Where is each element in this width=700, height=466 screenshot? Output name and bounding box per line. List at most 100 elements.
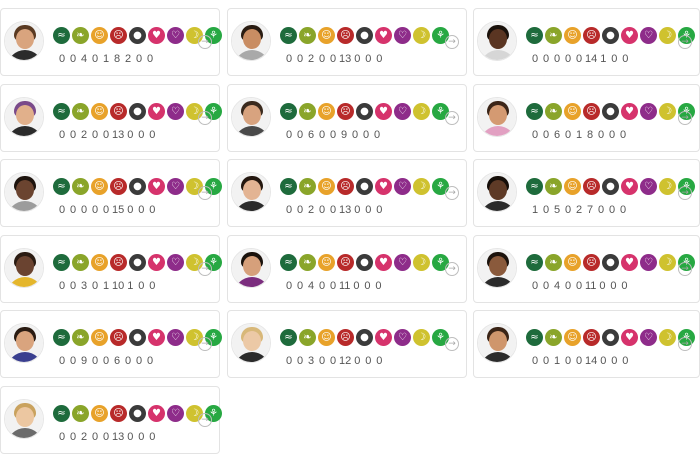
arrow-right-icon[interactable]: → bbox=[445, 186, 459, 200]
banana-icon: ☽ bbox=[413, 178, 430, 195]
participant-card[interactable]: ≈ ❧ ☺ ☹ ● ♥ ♡ ☽ ⚘ 0 0 6 0 1 8 0 0 0 → bbox=[473, 84, 700, 152]
reaction-count: 0 bbox=[285, 355, 293, 367]
reaction-count: 0 bbox=[329, 53, 337, 65]
frown-icon: ☹ bbox=[337, 103, 354, 120]
arrow-right-icon[interactable]: → bbox=[445, 35, 459, 49]
reaction-count: 0 bbox=[318, 129, 326, 141]
frown-icon: ☹ bbox=[583, 254, 600, 271]
reaction-count: 0 bbox=[542, 204, 550, 216]
reaction-count: 0 bbox=[354, 355, 361, 367]
reaction-counts-row: 0 0 1 0 0 14 0 0 0 bbox=[530, 351, 631, 369]
reaction-count: 0 bbox=[146, 53, 154, 65]
frown-icon: ☹ bbox=[337, 178, 354, 195]
participant-card[interactable]: ≈ ❧ ☺ ☹ ● ♥ ♡ ☽ ⚘ 0 0 3 0 1 10 1 0 0 → bbox=[0, 235, 222, 303]
avatar bbox=[477, 248, 517, 288]
bomb-icon: ● bbox=[602, 27, 619, 44]
reaction-counts-row: 006018000 bbox=[530, 125, 629, 143]
reaction-count: 0 bbox=[354, 53, 361, 65]
reaction-count: 0 bbox=[373, 129, 381, 141]
heart-icon: ♥ bbox=[375, 254, 392, 271]
arrow-right-icon[interactable]: → bbox=[198, 337, 212, 351]
reaction-count: 0 bbox=[531, 355, 539, 367]
participant-card[interactable]: ≈ ❧ ☺ ☹ ● ♥ ♡ ☽ ⚘ 0 0 2 0 0 13 0 0 0 → bbox=[0, 386, 222, 454]
reaction-count: 0 bbox=[354, 204, 361, 216]
participant-card[interactable]: ≈ ❧ ☺ ☹ ● ♥ ♡ ☽ ⚘ 0 0 6 0 0 9 0 0 0 → bbox=[227, 84, 467, 152]
participant-card[interactable]: ≈ ❧ ☺ ☹ ● ♥ ♡ ☽ ⚘ 0 0 9 0 0 6 0 0 0 → bbox=[0, 310, 222, 378]
arrow-right-icon[interactable]: → bbox=[678, 35, 692, 49]
broken-heart-icon: ♡ bbox=[167, 405, 184, 422]
leaf-icon: ❧ bbox=[72, 329, 89, 346]
arrow-right-icon[interactable]: → bbox=[445, 337, 459, 351]
bomb-icon: ● bbox=[602, 329, 619, 346]
reaction-icons-row: ≈ ❧ ☺ ☹ ● ♥ ♡ ☽ ⚘ bbox=[526, 27, 697, 45]
reaction-count: 0 bbox=[138, 431, 145, 443]
leaf-icon: ❧ bbox=[545, 27, 562, 44]
reaction-icons-row: ≈ ❧ ☺ ☹ ● ♥ ♡ ☽ ⚘ bbox=[280, 103, 451, 121]
arrow-right-icon[interactable]: → bbox=[678, 111, 692, 125]
bomb-icon: ● bbox=[129, 27, 146, 44]
broken-heart-icon: ♡ bbox=[394, 254, 411, 271]
avatar bbox=[4, 172, 44, 212]
reaction-count: 0 bbox=[58, 53, 66, 65]
avatar bbox=[231, 248, 271, 288]
participant-card[interactable]: ≈ ❧ ☺ ☹ ● ♥ ♡ ☽ ⚘ 0 0 4 0 1 8 2 0 0 → bbox=[0, 8, 222, 76]
arrow-right-icon[interactable]: → bbox=[678, 337, 692, 351]
reaction-count: 2 bbox=[124, 53, 132, 65]
bomb-icon: ● bbox=[356, 103, 373, 120]
arrow-right-icon[interactable]: → bbox=[198, 111, 212, 125]
broken-heart-icon: ♡ bbox=[167, 178, 184, 195]
arrow-right-icon[interactable]: → bbox=[198, 413, 212, 427]
bomb-icon: ● bbox=[356, 254, 373, 271]
smile-icon: ☺ bbox=[564, 329, 581, 346]
reaction-counts-row: 0 0 2 0 0 13 0 0 0 bbox=[284, 49, 385, 67]
reaction-count: 0 bbox=[353, 280, 360, 292]
reaction-counts-row: 0 0 4 0 0 11 0 0 0 bbox=[284, 276, 384, 294]
participant-card[interactable]: ≈ ❧ ☺ ☹ ● ♥ ♡ ☽ ⚘ 0 0 0 0 0 14 1 0 0 → bbox=[473, 8, 700, 76]
participant-card[interactable]: ≈ ❧ ☺ ☹ ● ♥ ♡ ☽ ⚘ 1 0 5 0 2 7 0 0 0 → bbox=[473, 159, 700, 227]
bomb-icon: ● bbox=[129, 103, 146, 120]
participant-card[interactable]: ≈ ❧ ☺ ☹ ● ♥ ♡ ☽ ⚘ 0 0 4 0 0 11 0 0 0 → bbox=[227, 235, 467, 303]
arrow-right-icon[interactable]: → bbox=[445, 111, 459, 125]
participant-card[interactable]: ≈ ❧ ☺ ☹ ● ♥ ♡ ☽ ⚘ 0 0 2 0 0 13 0 0 0 → bbox=[0, 84, 222, 152]
reaction-count: 0 bbox=[285, 53, 293, 65]
reaction-count: 0 bbox=[564, 355, 572, 367]
reaction-count: 0 bbox=[91, 53, 99, 65]
leaf-icon: ❧ bbox=[72, 178, 89, 195]
avatar bbox=[231, 172, 271, 212]
participant-card[interactable]: ≈ ❧ ☺ ☹ ● ♥ ♡ ☽ ⚘ 0 0 3 0 0 12 0 0 0 → bbox=[227, 310, 467, 378]
arrow-right-icon[interactable]: → bbox=[678, 262, 692, 276]
smile-icon: ☺ bbox=[91, 329, 108, 346]
avatar bbox=[4, 399, 44, 439]
banana-icon: ☽ bbox=[659, 27, 676, 44]
reaction-count: 0 bbox=[296, 355, 304, 367]
participant-card[interactable]: ≈ ❧ ☺ ☹ ● ♥ ♡ ☽ ⚘ 0 0 0 0 0 15 0 0 0 → bbox=[0, 159, 222, 227]
reaction-count: 0 bbox=[91, 204, 99, 216]
reaction-count: 0 bbox=[102, 355, 110, 367]
broken-heart-icon: ♡ bbox=[640, 178, 657, 195]
heart-icon: ♥ bbox=[148, 329, 165, 346]
reaction-counts-row: 004018200 bbox=[57, 49, 156, 67]
arrow-right-icon[interactable]: → bbox=[198, 262, 212, 276]
reaction-count: 0 bbox=[318, 53, 326, 65]
reaction-count: 0 bbox=[135, 355, 143, 367]
avatar bbox=[4, 248, 44, 288]
reaction-icons-row: ≈ ❧ ☺ ☹ ● ♥ ♡ ☽ ⚘ bbox=[526, 178, 697, 196]
arrow-right-icon[interactable]: → bbox=[445, 262, 459, 276]
wave-icon: ≈ bbox=[526, 178, 543, 195]
reaction-counts-row: 0 0 4 0 0 11 0 0 0 bbox=[530, 276, 630, 294]
reaction-icons-row: ≈ ❧ ☺ ☹ ● ♥ ♡ ☽ ⚘ bbox=[526, 329, 697, 347]
reaction-count: 0 bbox=[622, 53, 629, 65]
participant-card[interactable]: ≈ ❧ ☺ ☹ ● ♥ ♡ ☽ ⚘ 0 0 4 0 0 11 0 0 0 → bbox=[473, 235, 700, 303]
smile-icon: ☺ bbox=[564, 254, 581, 271]
heart-icon: ♥ bbox=[621, 27, 638, 44]
participant-card[interactable]: ≈ ❧ ☺ ☹ ● ♥ ♡ ☽ ⚘ 0 0 2 0 0 13 0 0 0 → bbox=[227, 8, 467, 76]
arrow-right-icon[interactable]: → bbox=[198, 186, 212, 200]
reaction-count: 0 bbox=[138, 204, 145, 216]
participant-card[interactable]: ≈ ❧ ☺ ☹ ● ♥ ♡ ☽ ⚘ 0 0 1 0 0 14 0 0 0 → bbox=[473, 310, 700, 378]
leaf-icon: ❧ bbox=[72, 254, 89, 271]
arrow-right-icon[interactable]: → bbox=[198, 35, 212, 49]
banana-icon: ☽ bbox=[413, 254, 430, 271]
broken-heart-icon: ♡ bbox=[394, 178, 411, 195]
arrow-right-icon[interactable]: → bbox=[678, 186, 692, 200]
participant-card[interactable]: ≈ ❧ ☺ ☹ ● ♥ ♡ ☽ ⚘ 0 0 2 0 0 13 0 0 0 → bbox=[227, 159, 467, 227]
